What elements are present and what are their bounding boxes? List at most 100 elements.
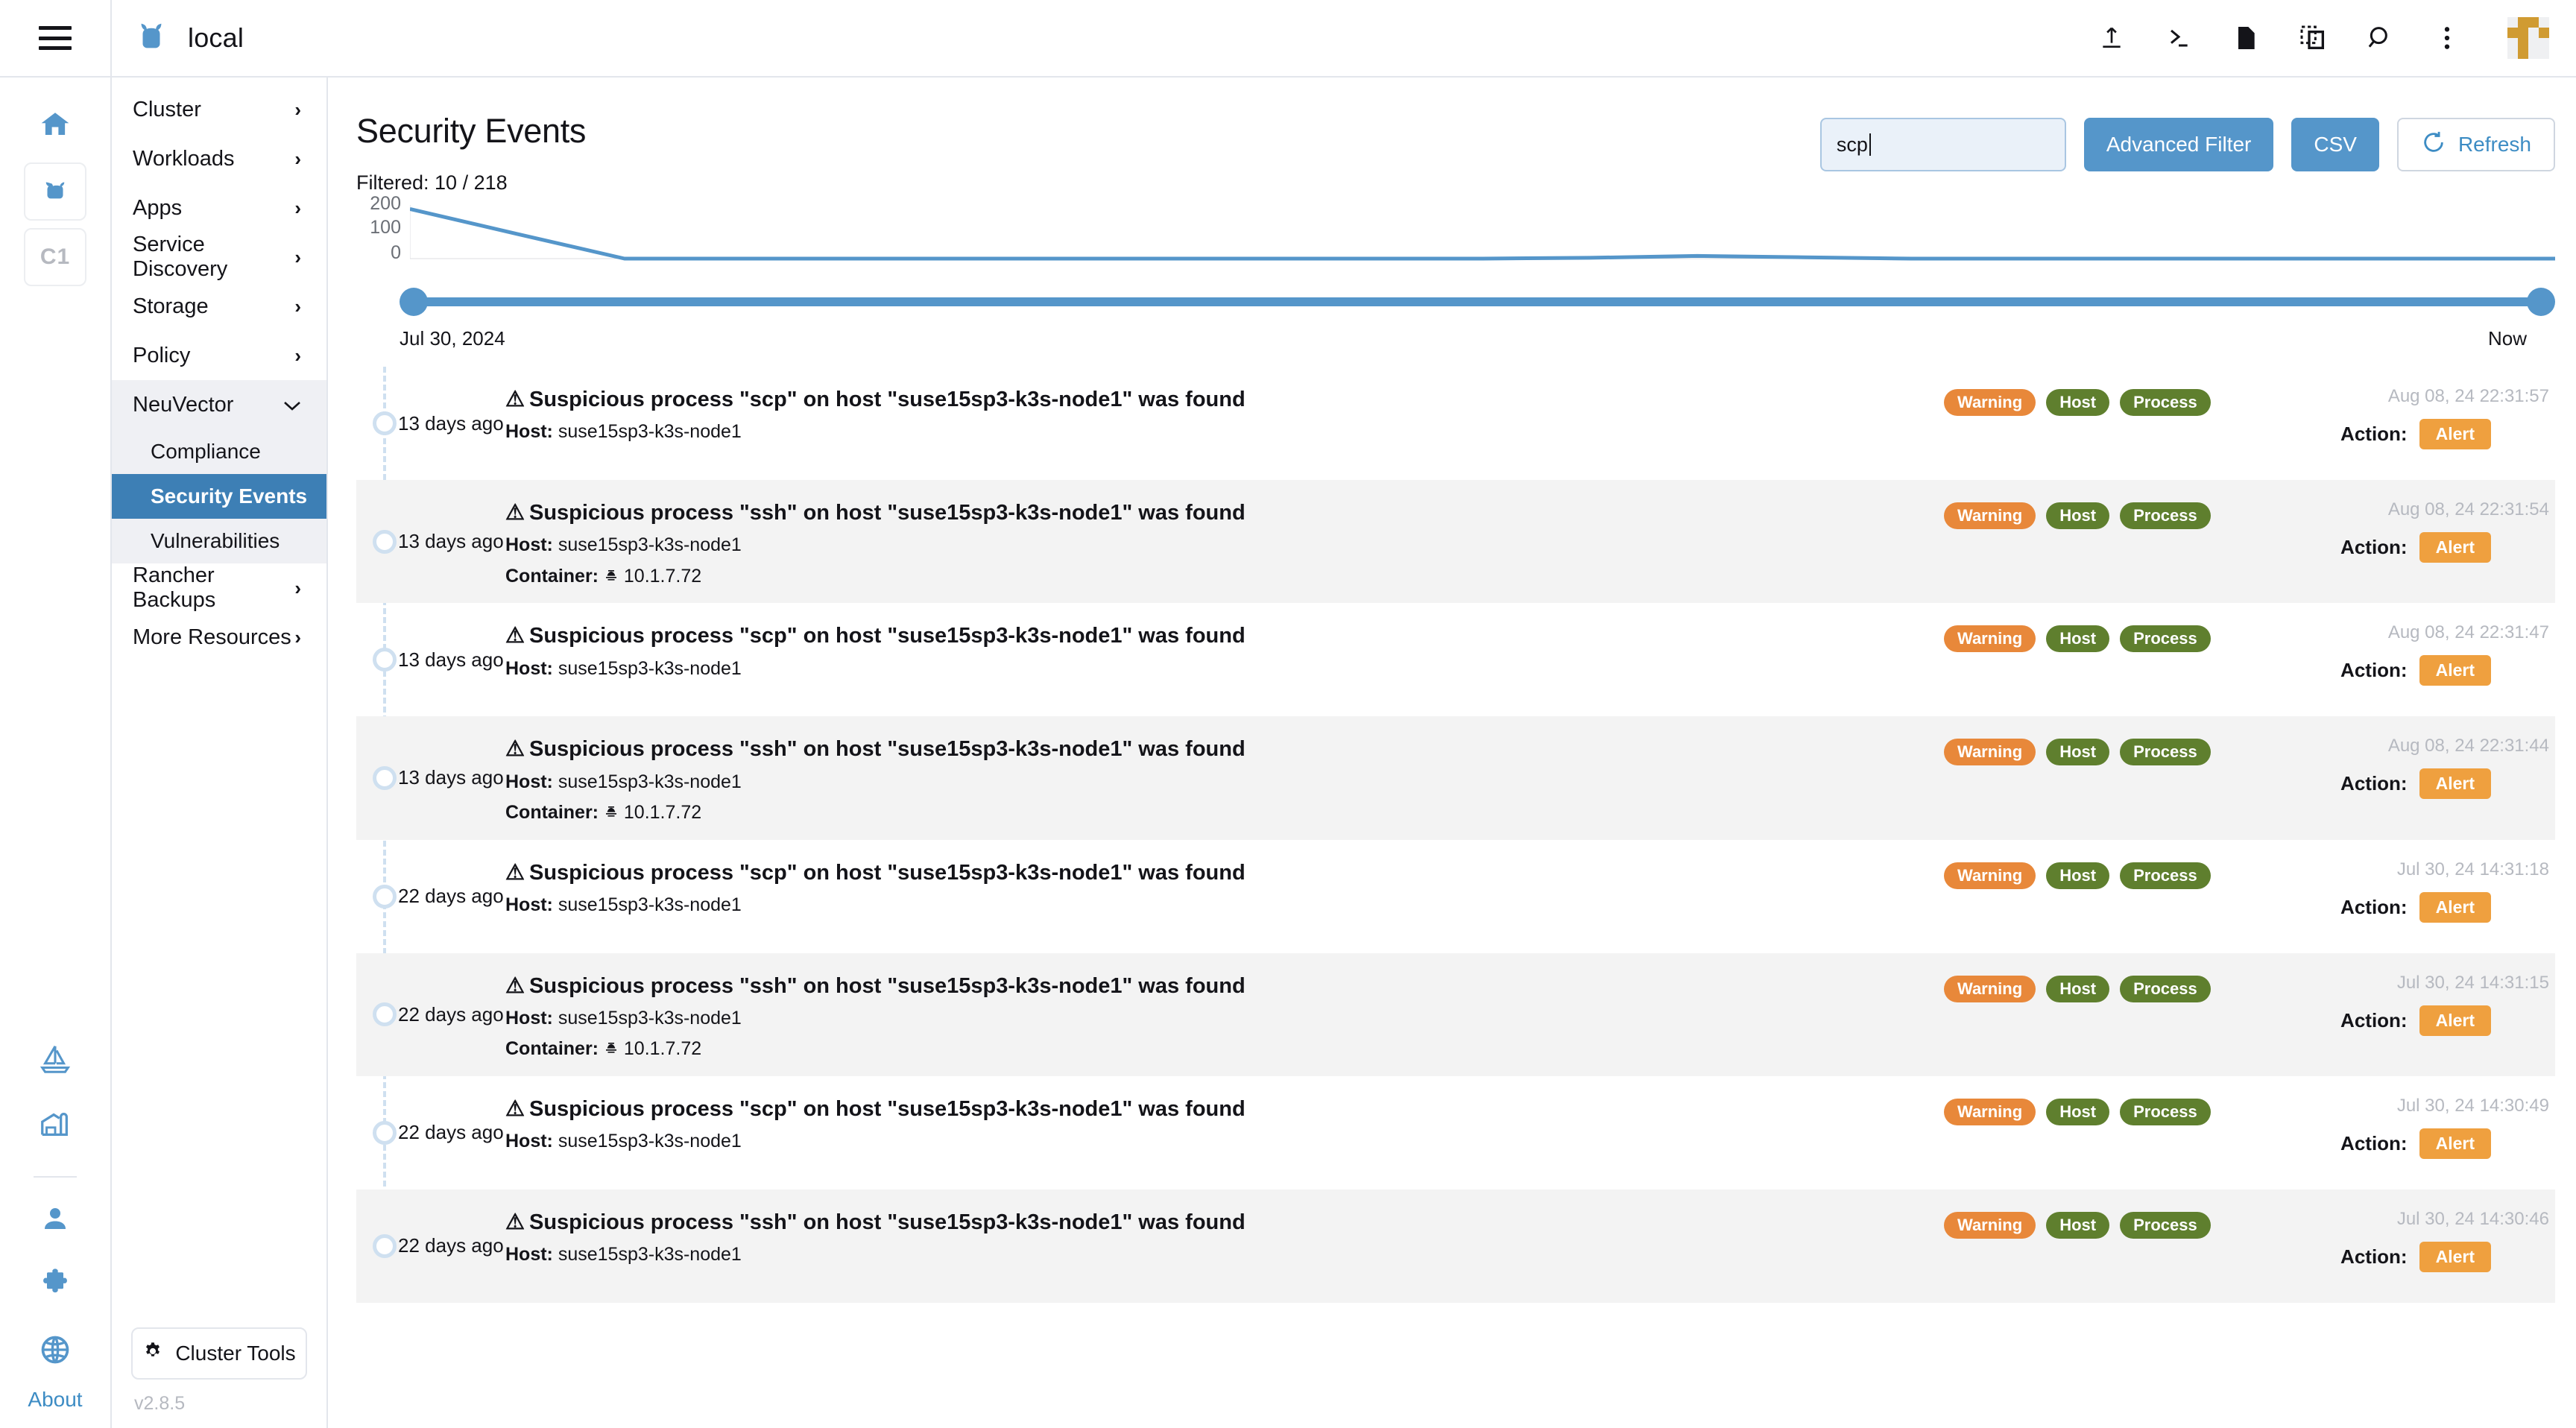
event-message: ⚠Suspicious process "ssh" on host "suse1… [505, 953, 1944, 1076]
refresh-button[interactable]: Refresh [2397, 118, 2555, 171]
table-row[interactable]: 22 days ago⚠Suspicious process "scp" on … [356, 1076, 2555, 1190]
event-action-row: Action:Alert [2212, 1005, 2555, 1036]
chart-ytick-0: 200 [370, 195, 401, 213]
time-range-slider[interactable] [356, 287, 2555, 317]
timeline-marker-icon [373, 411, 397, 435]
table-row[interactable]: 13 days ago⚠Suspicious process "scp" on … [356, 603, 2555, 716]
slider-handle-start[interactable] [400, 288, 428, 316]
sidebar-nav: Cluster › Workloads › Apps › Service Dis… [112, 78, 328, 1428]
chart-plot-area: 200 100 0 [364, 200, 2555, 269]
event-timestamp: Jul 30, 24 14:30:46 [2212, 1209, 2555, 1230]
table-row[interactable]: 13 days ago⚠Suspicious process "scp" on … [356, 367, 2555, 480]
event-host-value: suse15sp3-k3s-node1 [558, 1244, 742, 1265]
rail-cluster-management-button[interactable] [24, 1097, 86, 1155]
event-title: ⚠Suspicious process "scp" on host "suse1… [505, 859, 1944, 886]
rail-global-settings-button[interactable] [24, 1322, 86, 1380]
sidebar-item-workloads[interactable]: Workloads › [112, 134, 326, 183]
status-badge: Host [2046, 976, 2109, 1002]
advanced-filter-button[interactable]: Advanced Filter [2084, 118, 2274, 171]
chevron-right-icon: › [294, 247, 301, 267]
warning-triangle-icon: ⚠ [505, 737, 525, 761]
sidebar-item-neuvector[interactable]: NeuVector [112, 380, 326, 429]
globe-icon [39, 1333, 72, 1370]
container-icon [604, 802, 619, 823]
timeline-marker-icon [373, 885, 397, 909]
kubectl-shell-icon[interactable] [2162, 21, 2196, 55]
timeline-marker-icon [373, 1002, 397, 1026]
timeline-marker-icon [373, 766, 397, 790]
docs-icon[interactable] [2229, 21, 2263, 55]
page-title-wrap: Security Events Filtered: 10 / 218 [356, 112, 1820, 195]
hamburger-menu-button[interactable] [0, 0, 112, 77]
status-badge: Process [2120, 739, 2211, 765]
main-content: Security Events Filtered: 10 / 218 scp A… [328, 78, 2576, 1428]
avatar[interactable] [2507, 17, 2549, 59]
sidebar-item-policy[interactable]: Policy › [112, 331, 326, 380]
event-container-label: Container: [505, 1038, 604, 1059]
table-row[interactable]: 13 days ago⚠Suspicious process "ssh" on … [356, 716, 2555, 839]
event-tags: WarningHostProcess [1944, 480, 2212, 603]
warning-triangle-icon: ⚠ [505, 974, 525, 998]
sidebar-item-compliance[interactable]: Compliance [112, 429, 326, 474]
event-container-line: Container: 10.1.7.72 [505, 800, 1944, 825]
csv-label: CSV [2314, 133, 2357, 157]
slider-track[interactable] [410, 297, 2548, 306]
status-badge: Process [2120, 1212, 2211, 1239]
status-badge: Host [2046, 862, 2109, 889]
table-row[interactable]: 13 days ago⚠Suspicious process "ssh" on … [356, 480, 2555, 603]
severity-badge: Warning [1944, 1212, 2036, 1239]
event-timestamp: Aug 08, 24 22:31:54 [2212, 499, 2555, 520]
import-yaml-icon[interactable] [2094, 21, 2129, 55]
rail-users-button[interactable] [24, 1191, 86, 1249]
puzzle-icon [39, 1268, 72, 1304]
cluster-tools-button[interactable]: Cluster Tools [131, 1327, 307, 1380]
sidebar-item-label: Policy [133, 344, 190, 368]
event-action-label: Action: [2340, 423, 2408, 446]
sidebar-item-more-resources[interactable]: More Resources › [112, 613, 326, 662]
kebab-menu-icon[interactable] [2430, 21, 2464, 55]
sidebar-item-storage[interactable]: Storage › [112, 282, 326, 331]
sidebar-scroll: Cluster › Workloads › Apps › Service Dis… [112, 85, 326, 1327]
timeline-marker-icon [373, 648, 397, 672]
sidebar-item-apps[interactable]: Apps › [112, 183, 326, 233]
sidebar-item-label: More Resources [133, 625, 291, 650]
status-badge: Host [2046, 739, 2109, 765]
sidebar-item-label: Service Discovery [133, 233, 294, 282]
slider-handle-end[interactable] [2527, 288, 2555, 316]
severity-badge: Warning [1944, 502, 2036, 529]
about-link[interactable]: About [28, 1388, 82, 1412]
sidebar-item-label: Storage [133, 294, 209, 319]
sidebar-item-security-events[interactable]: Security Events [112, 474, 326, 519]
status-badge: Process [2120, 976, 2211, 1002]
sidebar-item-label: Workloads [133, 147, 234, 171]
sidebar-footer: Cluster Tools v2.8.5 [112, 1327, 326, 1428]
security-events-list: 13 days ago⚠Suspicious process "scp" on … [356, 367, 2576, 1303]
severity-badge: Warning [1944, 625, 2036, 652]
rail-home-button[interactable] [24, 97, 86, 155]
rail-c1-cluster-button[interactable]: C1 [24, 228, 86, 286]
sidebar-item-vulnerabilities[interactable]: Vulnerabilities [112, 519, 326, 563]
search-icon[interactable] [2363, 21, 2397, 55]
csv-button[interactable]: CSV [2291, 118, 2379, 171]
status-badge: Host [2046, 1099, 2109, 1125]
sidebar-item-cluster[interactable]: Cluster › [112, 85, 326, 134]
table-row[interactable]: 22 days ago⚠Suspicious process "scp" on … [356, 840, 2555, 953]
clone-icon[interactable] [2296, 21, 2330, 55]
rail-fleet-button[interactable] [24, 1031, 86, 1090]
event-host-label: Host: [505, 894, 558, 915]
status-badge: Process [2120, 502, 2211, 529]
sidebar-item-rancher-backups[interactable]: Rancher Backups › [112, 563, 326, 613]
rail-local-cluster-button[interactable] [24, 162, 86, 221]
cluster-name-label: local [188, 22, 244, 54]
timeline-marker-icon [373, 530, 397, 554]
warning-triangle-icon: ⚠ [505, 861, 525, 885]
event-tags: WarningHostProcess [1944, 716, 2212, 839]
table-row[interactable]: 22 days ago⚠Suspicious process "ssh" on … [356, 1190, 2555, 1303]
search-input[interactable]: scp [1820, 118, 2066, 171]
rail-extensions-button[interactable] [24, 1257, 86, 1315]
warning-triangle-icon: ⚠ [505, 624, 525, 648]
event-host-label: Host: [505, 771, 558, 792]
sidebar-item-service-discovery[interactable]: Service Discovery › [112, 233, 326, 282]
event-title: ⚠Suspicious process "ssh" on host "suse1… [505, 499, 1944, 526]
table-row[interactable]: 22 days ago⚠Suspicious process "ssh" on … [356, 953, 2555, 1076]
